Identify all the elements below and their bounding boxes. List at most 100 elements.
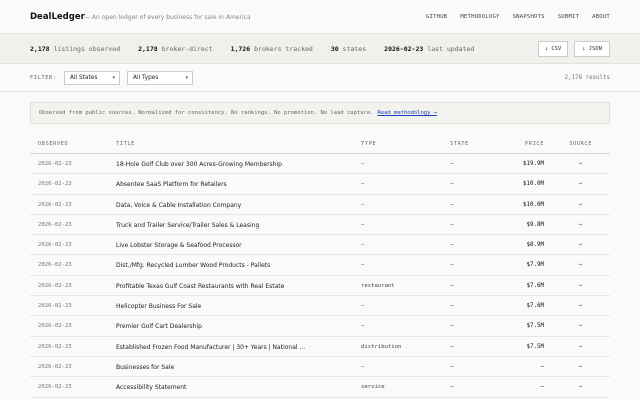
cell-title[interactable]: Data, Voice & Cable Installation Company [116, 202, 241, 209]
source-link[interactable]: → [579, 323, 583, 329]
type-select[interactable]: All Types ▾ [127, 71, 193, 85]
export-json-button[interactable]: ↓ JSON [574, 41, 610, 57]
cell-title[interactable]: 18-Hole Golf Club over 300 Acres-Growing… [116, 161, 282, 168]
cell-state: — [450, 181, 454, 188]
type-select-value: All Types [133, 75, 159, 81]
source-link[interactable]: → [579, 303, 583, 309]
cell-state: — [450, 343, 454, 350]
table-row[interactable]: 2026-02-23 Truck and Trailer Service/Trai… [30, 215, 610, 236]
table-row[interactable]: 2026-02-23 Absentee SaaS Platform for Ret… [30, 174, 610, 195]
cell-title[interactable]: Premier Golf Cart Dealership [116, 323, 202, 330]
cell-type: distribution [361, 343, 402, 350]
cell-state: — [450, 303, 454, 310]
cell-price: $9.8M [526, 221, 544, 228]
cell-type: — [361, 242, 365, 249]
cell-title[interactable]: Established Frozen Food Manufacturer | 3… [116, 344, 305, 351]
cell-observed: 2026-02-23 [38, 384, 72, 391]
cell-state: — [450, 323, 454, 330]
cell-title[interactable]: Truck and Trailer Service/Trailer Sales … [116, 222, 259, 229]
table-body: 2026-02-23 18-Hole Golf Club over 300 Acr… [30, 154, 610, 398]
filter-bar: FILTER: All States ▾ All Types ▾ 2,178 r… [0, 64, 640, 92]
nav-github[interactable]: GITHUB [426, 14, 447, 20]
cell-type: service [361, 384, 385, 391]
cell-title[interactable]: Accessibility Statement [116, 384, 186, 391]
tagline: — An open ledger of every business for s… [84, 14, 251, 21]
stat-label: broker-direct [161, 45, 213, 53]
source-link[interactable]: → [579, 242, 583, 248]
source-link[interactable]: → [579, 262, 583, 268]
stats-bar: 2,178 listings observed 2,178 broker-direc… [0, 34, 640, 64]
table-row[interactable]: 2026-02-23 Profitable Texas Gulf Coast Re… [30, 276, 610, 297]
cell-title[interactable]: Dist./Mfg. Recycled Lumber Wood Products… [116, 262, 270, 269]
cell-price: $7.5M [526, 323, 544, 330]
source-link[interactable]: → [579, 283, 583, 289]
cell-type: — [361, 221, 365, 228]
cell-title[interactable]: Helicopter Business For Sale [116, 303, 201, 310]
export-csv-button[interactable]: ↓ CSV [538, 41, 568, 57]
cell-price: $7.6M [526, 282, 544, 289]
source-link[interactable]: → [579, 364, 583, 370]
stat-value: 2,178 [30, 45, 50, 53]
col-title[interactable]: TITLE [116, 141, 135, 147]
table-row[interactable]: 2026-02-23 Established Frozen Food Manufa… [30, 337, 610, 357]
cell-title[interactable]: Businesses for Sale [116, 364, 174, 371]
source-link[interactable]: → [579, 161, 583, 167]
col-observed[interactable]: OBSERVED [38, 141, 68, 147]
table-row[interactable]: 2026-02-23 Premier Golf Cart Dealership — —… [30, 316, 610, 337]
table-row[interactable]: 2026-02-23 Live Lobster Storage & Seafood… [30, 235, 610, 256]
table-row[interactable]: 2026-02-23 18-Hole Golf Club over 300 Acr… [30, 154, 610, 175]
nav-submit[interactable]: SUBMIT [558, 14, 579, 20]
cell-price: $7.9M [526, 262, 544, 269]
table-header: OBSERVED TITLE TYPE STATE PRICE SOURCE [30, 133, 610, 154]
stat-value: 2,178 [138, 45, 158, 53]
chevron-down-icon: ▾ [185, 75, 188, 81]
source-link[interactable]: → [579, 202, 583, 208]
source-link[interactable]: → [579, 384, 583, 390]
stat-last-updated: 2026-02-23 last updated [384, 45, 474, 53]
table-row[interactable]: 2026-02-23 Helicopter Business For Sale — —… [30, 296, 610, 317]
source-link[interactable]: → [579, 222, 583, 228]
stat-label: listings observed [53, 45, 121, 53]
cell-title[interactable]: Live Lobster Storage & Seafood Processor [116, 242, 242, 249]
cell-type: — [361, 323, 365, 330]
cell-state: — [450, 221, 454, 228]
cell-state: — [450, 282, 454, 289]
cell-type: — [361, 161, 365, 167]
listings-table: OBSERVED TITLE TYPE STATE PRICE SOURCE 2… [30, 133, 610, 398]
stat-value: 2026-02-23 [384, 45, 424, 53]
cell-observed: 2026-02-23 [38, 221, 72, 228]
read-methodology-link[interactable]: Read methodology → [377, 110, 437, 116]
state-select-value: All States [70, 75, 98, 81]
table-row[interactable]: 2026-02-23 Data, Voice & Cable Installati… [30, 195, 610, 215]
cell-type: — [361, 201, 365, 208]
source-link[interactable]: → [579, 181, 583, 187]
col-price[interactable]: PRICE [525, 141, 544, 147]
cell-price: $10.0M [523, 181, 544, 188]
cell-title[interactable]: Profitable Texas Gulf Coast Restaurants … [116, 283, 284, 290]
cell-type: — [361, 303, 365, 310]
col-state[interactable]: STATE [450, 141, 469, 147]
table-row[interactable]: 2026-02-23 Businesses for Sale — — — → [30, 357, 610, 378]
top-header: DealLedger — An open ledger of every bus… [0, 0, 640, 34]
table-row[interactable]: 2026-02-23 Accessibility Statement service… [30, 377, 610, 398]
table-row[interactable]: 2026-02-23 Dist./Mfg. Recycled Lumber Woo… [30, 255, 610, 276]
col-source[interactable]: SOURCE [569, 141, 592, 147]
cell-title[interactable]: Absentee SaaS Platform for Retailers [116, 181, 227, 188]
brand-logo[interactable]: DealLedger [30, 12, 85, 22]
stat-label: brokers tracked [254, 45, 313, 53]
source-link[interactable]: → [579, 344, 583, 350]
stat-listings: 2,178 listings observed [30, 45, 120, 53]
nav-about[interactable]: ABOUT [592, 14, 610, 20]
nav-snapshots[interactable]: SNAPSHOTS [513, 14, 545, 20]
cell-state: — [450, 262, 454, 269]
nav-methodology[interactable]: METHODOLOGY [460, 14, 499, 20]
cell-state: — [450, 161, 454, 167]
stat-value: 1,726 [230, 45, 251, 53]
cell-observed: 2026-02-23 [38, 323, 72, 330]
stat-brokers: 1,726 brokers tracked [231, 45, 313, 53]
chevron-down-icon: ▾ [112, 75, 115, 81]
cell-type: — [361, 262, 365, 269]
col-type[interactable]: TYPE [361, 141, 376, 147]
state-select[interactable]: All States ▾ [64, 71, 120, 85]
filter-label: FILTER: [30, 75, 57, 81]
